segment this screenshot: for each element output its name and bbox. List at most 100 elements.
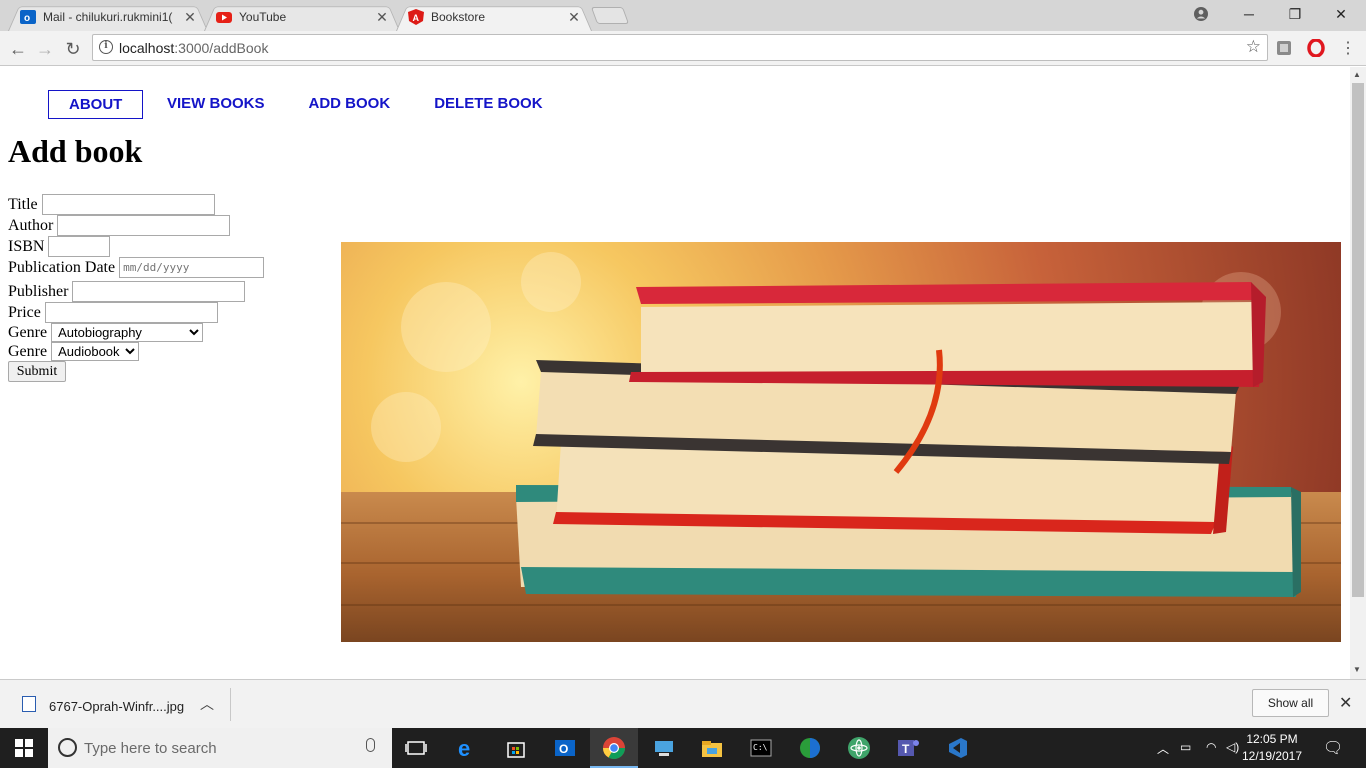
new-tab-button[interactable] — [590, 7, 630, 24]
price-row: Price — [8, 302, 218, 323]
author-input[interactable] — [57, 215, 231, 236]
svg-text:T: T — [902, 742, 910, 756]
command-prompt-icon[interactable]: C:\ — [747, 734, 775, 762]
microphone-icon[interactable] — [366, 738, 375, 752]
submit-button[interactable]: Submit — [8, 361, 66, 382]
menu-icon[interactable]: ⋮ — [1338, 38, 1358, 58]
genre-row-2: Genre Audiobook — [8, 342, 140, 361]
this-pc-icon[interactable] — [650, 734, 678, 762]
publication-date-label: Publication Date — [8, 258, 116, 276]
browser-toolbar: ← → ↻ i localhost:3000/addBook ☆ ⋮ — [0, 31, 1366, 66]
download-shelf: 6767-Oprah-Winfr....jpg ︿ Show all ✕ — [0, 679, 1366, 728]
divider — [230, 688, 231, 721]
tab-title: Mail - chilukuri.rukmini1( — [43, 10, 173, 24]
author-label: Author — [8, 216, 54, 234]
battery-icon[interactable]: ▭ — [1180, 740, 1191, 754]
angular-icon: A — [408, 9, 424, 25]
svg-text:A: A — [413, 13, 420, 23]
page-content: ABOUT VIEW BOOKS ADD BOOK DELETE BOOK Ad… — [0, 67, 1350, 679]
tab-title: YouTube — [239, 10, 287, 24]
visual-studio-icon[interactable] — [943, 734, 971, 762]
close-icon[interactable]: ✕ — [566, 9, 582, 26]
publication-date-row: Publication Date — [8, 257, 265, 278]
start-button[interactable] — [0, 728, 48, 768]
price-input[interactable] — [44, 302, 218, 323]
date: 12/19/2017 — [1241, 749, 1303, 763]
restore-button[interactable]: ❐ — [1272, 0, 1318, 28]
outlook-icon: o — [20, 9, 36, 25]
svg-text:O: O — [559, 742, 568, 756]
image-file-icon — [22, 696, 36, 712]
tab-mail[interactable]: o Mail - chilukuri.rukmini1( ✕ — [8, 3, 208, 31]
time: 12:05 PM — [1246, 732, 1298, 746]
title-row: Title — [8, 194, 215, 215]
close-window-button[interactable]: ✕ — [1318, 0, 1364, 28]
search-placeholder: Type here to search — [84, 740, 217, 757]
close-icon[interactable]: ✕ — [374, 9, 390, 26]
taskbar-search[interactable]: Type here to search — [48, 728, 392, 768]
nav-view-books[interactable]: VIEW BOOKS — [167, 90, 265, 119]
reload-button[interactable]: ↻ — [60, 36, 86, 62]
title-input[interactable] — [41, 194, 215, 215]
atom-icon[interactable] — [845, 734, 873, 762]
back-button[interactable]: ← — [5, 36, 31, 62]
url-text: localhost:3000/addBook — [119, 40, 269, 56]
tab-youtube[interactable]: YouTube ✕ — [204, 3, 400, 31]
nav-delete-book[interactable]: DELETE BOOK — [434, 90, 542, 119]
opera-icon[interactable] — [1306, 38, 1326, 58]
scroll-up-icon[interactable]: ▲ — [1353, 70, 1361, 79]
teams-icon[interactable]: T — [894, 734, 922, 762]
chevron-up-icon[interactable]: ︿ — [1157, 740, 1169, 757]
genre-select-2[interactable]: Audiobook — [51, 342, 140, 361]
close-icon[interactable]: ✕ — [1339, 693, 1352, 713]
extension-icon[interactable] — [1274, 38, 1294, 58]
books-image — [341, 242, 1341, 642]
clock[interactable]: 12:05 PM 12/19/2017 — [1238, 731, 1306, 765]
chrome-icon[interactable] — [600, 734, 628, 762]
genre-label: Genre — [8, 323, 48, 341]
store-icon[interactable] — [502, 734, 530, 762]
publisher-label: Publisher — [8, 282, 69, 300]
publisher-input[interactable] — [72, 281, 246, 302]
author-row: Author — [8, 215, 231, 236]
nav-about[interactable]: ABOUT — [48, 90, 143, 119]
svg-text:C:\: C:\ — [753, 743, 768, 752]
address-bar[interactable]: i localhost:3000/addBook ☆ — [92, 34, 1268, 61]
isbn-label: ISBN — [8, 237, 45, 255]
genre-row: Genre Autobiography — [8, 323, 204, 342]
tab-title: Bookstore — [431, 10, 486, 24]
profile-icon[interactable] — [1178, 0, 1224, 28]
globe-icon[interactable] — [796, 734, 824, 762]
publication-date-input[interactable] — [119, 257, 265, 278]
chevron-up-icon[interactable]: ︿ — [200, 694, 214, 714]
wifi-icon[interactable]: ◠ — [1206, 740, 1216, 754]
main-nav: ABOUT VIEW BOOKS ADD BOOK DELETE BOOK — [48, 90, 543, 119]
file-explorer-icon[interactable] — [698, 734, 726, 762]
windows-icon — [15, 739, 33, 757]
close-icon[interactable]: ✕ — [182, 9, 198, 26]
isbn-input[interactable] — [48, 236, 111, 257]
task-view-icon[interactable] — [402, 734, 430, 762]
price-label: Price — [8, 303, 41, 321]
scrollbar-thumb[interactable] — [1352, 83, 1364, 597]
scroll-down-icon[interactable]: ▼ — [1353, 665, 1361, 674]
svg-text:e: e — [458, 737, 470, 759]
download-filename[interactable]: 6767-Oprah-Winfr....jpg — [49, 699, 184, 714]
minimize-button[interactable]: ─ — [1226, 0, 1272, 28]
genre-label: Genre — [8, 342, 48, 360]
bookmark-star-icon[interactable]: ☆ — [1246, 37, 1261, 57]
show-all-button[interactable]: Show all — [1252, 689, 1329, 717]
tab-bookstore[interactable]: A Bookstore ✕ — [396, 3, 592, 31]
notifications-icon[interactable]: 🗨 — [1323, 738, 1343, 758]
info-icon[interactable]: i — [99, 40, 113, 54]
publisher-row: Publisher — [8, 281, 246, 302]
nav-add-book[interactable]: ADD BOOK — [309, 90, 391, 119]
forward-button[interactable]: → — [32, 36, 58, 62]
svg-text:o: o — [24, 13, 30, 24]
outlook-icon[interactable]: O — [551, 734, 579, 762]
tab-strip: o Mail - chilukuri.rukmini1( ✕ YouTube ✕… — [0, 0, 1366, 31]
edge-icon[interactable]: e — [453, 734, 481, 762]
cortana-icon — [58, 738, 77, 757]
vertical-scrollbar[interactable]: ▲ ▼ — [1350, 67, 1366, 679]
genre-select[interactable]: Autobiography — [51, 323, 204, 342]
